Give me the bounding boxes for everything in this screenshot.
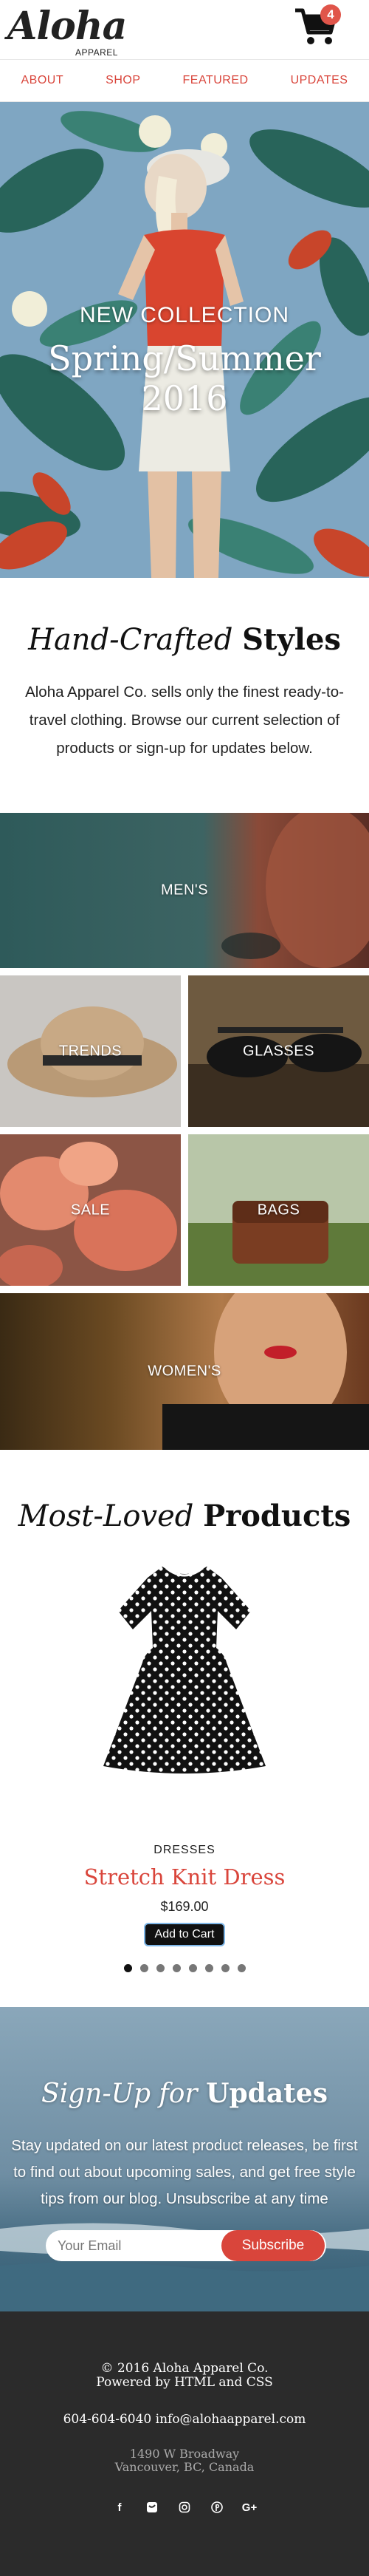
category-mens-label: MEN'S [160, 882, 209, 899]
hero-title: Spring/Summer 2016 [48, 338, 321, 418]
carousel-dot[interactable] [139, 1964, 148, 1972]
twitter-icon[interactable] [144, 2499, 160, 2515]
carousel-dot[interactable] [188, 1964, 197, 1972]
powered-by-text: Powered by HTML and CSS [96, 2375, 273, 2390]
product-image[interactable] [92, 1559, 277, 1781]
intro-text: Aloha Apparel Co. sells only the finest … [25, 684, 344, 757]
category-glasses-label: GLASSES [243, 1043, 314, 1059]
logo-word: Aloha [7, 4, 127, 49]
pinterest-icon[interactable] [209, 2499, 225, 2515]
signup-heading-italic: Sign-Up for [41, 2079, 198, 2109]
cart-count-badge: 4 [320, 4, 341, 25]
nav-updates[interactable]: UPDATES [291, 74, 348, 87]
signup-heading: Sign-Up for Updates [0, 2078, 369, 2109]
carousel-dot[interactable] [123, 1964, 132, 1972]
category-sale-label: SALE [70, 1202, 111, 1218]
category-womens[interactable]: WOMEN'S [0, 1293, 369, 1450]
signup-description: Stay updated on our latest product relea… [11, 2137, 358, 2207]
carousel-dot[interactable] [221, 1964, 230, 1972]
intro-heading: Hand-Crafted Styles [0, 622, 369, 657]
category-bags[interactable]: BAGS [188, 1134, 369, 1286]
intro-heading-italic: Hand-Crafted [28, 623, 233, 657]
carousel-dot[interactable] [204, 1964, 213, 1972]
carousel-dot[interactable] [156, 1964, 165, 1972]
hero-banner[interactable]: NEW COLLECTION Spring/Summer 2016 [0, 102, 369, 578]
cart-button[interactable]: 4 [294, 4, 341, 49]
category-bags-label: BAGS [257, 1202, 300, 1218]
signup-section: Sign-Up for Updates Stay updated on our … [0, 2007, 369, 2311]
copyright-text: © 2016 Aloha Apparel Co. [100, 2361, 269, 2376]
footer-address: 1490 W Broadway Vancouver, BC, Canada [0, 2447, 369, 2474]
site-footer: © 2016 Aloha Apparel Co. Powered by HTML… [0, 2311, 369, 2576]
signup-heading-bold: Updates [206, 2078, 328, 2109]
products-heading: Most-Loved Products [0, 1499, 369, 1533]
category-trends-label: TRENDS [58, 1043, 123, 1059]
products-heading-italic: Most-Loved [18, 1499, 194, 1533]
product-price: $169.00 [160, 1899, 209, 1914]
add-to-cart-button[interactable]: Add to Cart [144, 1923, 225, 1946]
social-links: f G+ [0, 2499, 369, 2515]
nav-featured[interactable]: FEATURED [183, 74, 249, 87]
hero-kicker: NEW COLLECTION [79, 303, 290, 327]
category-glasses[interactable]: GLASSES [188, 975, 369, 1127]
category-sale[interactable]: SALE [0, 1134, 181, 1286]
intro-heading-bold: Styles [242, 622, 341, 657]
carousel-dots [0, 1964, 369, 1972]
category-trends[interactable]: TRENDS [0, 975, 181, 1127]
instagram-icon[interactable] [176, 2499, 193, 2515]
nav-shop[interactable]: SHOP [106, 74, 140, 87]
main-nav: ABOUT SHOP FEATURED UPDATES [0, 59, 369, 102]
category-mens[interactable]: MEN'S [0, 813, 369, 968]
google-plus-icon[interactable]: G+ [241, 2499, 258, 2515]
subscribe-button[interactable]: Subscribe [221, 2230, 325, 2261]
nav-about[interactable]: ABOUT [21, 74, 64, 87]
carousel-dot[interactable] [172, 1964, 181, 1972]
footer-contact[interactable]: 604-604-6040 info@alohaapparel.com [0, 2412, 369, 2427]
carousel-dot[interactable] [237, 1964, 246, 1972]
category-womens-label: WOMEN'S [148, 1363, 221, 1380]
site-header: Aloha APPAREL CO. 4 [0, 0, 369, 69]
product-name[interactable]: Stretch Knit Dress [0, 1864, 369, 1890]
products-heading-bold: Products [203, 1499, 351, 1533]
logo[interactable]: Aloha APPAREL CO. [7, 4, 127, 69]
footer-copyright: © 2016 Aloha Apparel Co. Powered by HTML… [0, 2362, 369, 2390]
address-line-1: 1490 W Broadway [129, 2447, 240, 2461]
address-line-2: Vancouver, BC, Canada [114, 2460, 255, 2474]
facebook-icon[interactable]: f [111, 2499, 128, 2515]
product-category: DRESSES [154, 1844, 215, 1856]
